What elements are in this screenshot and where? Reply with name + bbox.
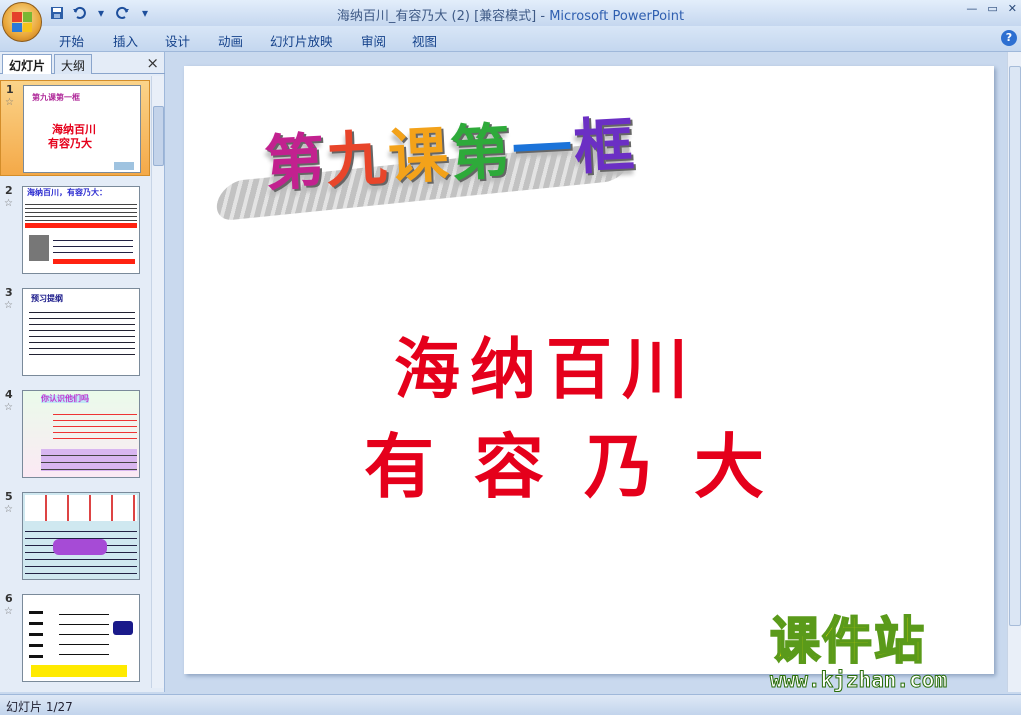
tab-design[interactable]: 设计 [165, 31, 190, 50]
slide-thumbnail[interactable]: 2 ☆ 海纳百川，有容乃大： [0, 182, 150, 278]
slide-title-char: 第 [262, 126, 329, 200]
ribbon-tabs: 开始 插入 设计 动画 幻灯片放映 审阅 视图 ? [0, 26, 1021, 52]
window-title: 海纳百川_有容乃大 (2) [兼容模式] - Microsoft PowerPo… [0, 5, 1021, 24]
thumb-title: 第九课第一框 [32, 93, 80, 102]
thumb-text-lines [25, 201, 137, 221]
tab-review[interactable]: 审阅 [361, 31, 386, 50]
thumb-number: 3 [5, 286, 13, 299]
animation-star-icon: ☆ [4, 504, 13, 515]
tab-slideshow[interactable]: 幻灯片放映 [270, 31, 333, 50]
animation-star-icon: ☆ [5, 97, 14, 108]
thumb-preview: 海纳百川，有容乃大： [22, 186, 140, 274]
slide-indicator: 幻灯片 1/27 [6, 700, 73, 714]
thumb-line2: 有容乃大 [48, 137, 92, 150]
thumb-number: 5 [5, 490, 13, 503]
title-separator: - [536, 9, 550, 24]
thumb-number: 6 [5, 592, 13, 605]
thumb-number: 2 [5, 184, 13, 197]
slides-panel: 幻灯片 大纲 × 1 ☆ 第九课第一框 海纳百川 有容乃大 2 ☆ 海纳百川，有… [0, 52, 165, 692]
thumb-title: 你认识他们吗 [41, 394, 89, 403]
slide-thumbnail[interactable]: 5 ☆ [0, 488, 150, 584]
slide-thumbnail[interactable]: 6 ☆ [0, 590, 150, 686]
slide-thumbnail[interactable]: 3 ☆ 预习提纲 [0, 284, 150, 380]
slide-line-1: 海纳百川 [394, 330, 698, 408]
thumb-portrait [29, 235, 49, 261]
tab-animation[interactable]: 动画 [218, 31, 243, 50]
slide-title-char: 一 [510, 113, 576, 187]
thumb-vertical-text [29, 603, 43, 659]
panel-scroll-thumb[interactable] [153, 106, 164, 166]
office-logo-icon [12, 12, 32, 32]
tab-home[interactable]: 开始 [59, 31, 84, 50]
editor-scroll-thumb[interactable] [1009, 66, 1021, 626]
thumb-title: 海纳百川，有容乃大： [27, 188, 107, 197]
thumb-text-lines [53, 409, 137, 441]
editor-scrollbar[interactable] [1007, 52, 1021, 692]
tab-slides[interactable]: 幻灯片 [2, 54, 53, 74]
window-controls: — ▭ ✕ [966, 2, 1017, 15]
thumb-mascots [25, 495, 137, 521]
thumb-text-lines [41, 449, 137, 471]
slide-editor: 第九课第一框 海纳百川 有容乃大 [170, 52, 1006, 692]
thumb-number: 1 [6, 83, 14, 96]
thumb-line1: 海纳百川 [52, 123, 96, 136]
panel-tabs: 幻灯片 大纲 × [0, 52, 165, 74]
minimize-icon[interactable]: — [966, 2, 977, 15]
app-name: Microsoft PowerPoint [549, 9, 685, 24]
thumb-text-lines [59, 605, 109, 661]
current-slide[interactable]: 第九课第一框 海纳百川 有容乃大 [184, 66, 994, 674]
animation-star-icon: ☆ [4, 300, 13, 311]
slide-thumbnail[interactable]: 1 ☆ 第九课第一框 海纳百川 有容乃大 [0, 80, 150, 176]
thumb-badge [113, 621, 133, 635]
thumb-text-lines [53, 235, 133, 257]
tab-insert[interactable]: 插入 [113, 31, 138, 50]
thumb-title: 预习提纲 [31, 294, 63, 303]
document-title: 海纳百川_有容乃大 (2) [兼容模式] [336, 9, 537, 24]
slide-thumbnail[interactable]: 4 ☆ 你认识他们吗 [0, 386, 150, 482]
thumb-highlight [53, 259, 135, 264]
thumb-highlight [25, 223, 137, 228]
thumb-text-lines [29, 307, 135, 357]
thumb-preview: 第九课第一框 海纳百川 有容乃大 [23, 85, 141, 173]
slide-line-2: 有容乃大 [364, 425, 804, 508]
thumbnail-list: 1 ☆ 第九课第一框 海纳百川 有容乃大 2 ☆ 海纳百川，有容乃大： 3 ☆ … [0, 76, 150, 688]
thumb-preview [22, 492, 140, 580]
thumb-highlight [31, 665, 127, 677]
thumb-preview [22, 594, 140, 682]
tab-view[interactable]: 视图 [412, 31, 437, 50]
title-bar: ▾ ▾ 海纳百川_有容乃大 (2) [兼容模式] - Microsoft Pow… [0, 0, 1021, 26]
status-bar: 幻灯片 1/27 [0, 694, 1021, 715]
office-button[interactable] [2, 2, 42, 42]
thumb-number: 4 [5, 388, 13, 401]
thumb-decor [114, 162, 134, 170]
watermark-url: www.kjzhan.com [770, 668, 948, 693]
animation-star-icon: ☆ [4, 402, 13, 413]
thumb-preview: 预习提纲 [22, 288, 140, 376]
maximize-icon[interactable]: ▭ [987, 2, 997, 15]
tab-outline[interactable]: 大纲 [54, 54, 93, 74]
slide-title-char: 框 [572, 110, 638, 184]
watermark-title: 课件站 [769, 612, 926, 670]
thumb-preview: 你认识他们吗 [22, 390, 140, 478]
slide-title-char: 课 [386, 120, 453, 194]
animation-star-icon: ☆ [4, 198, 13, 209]
close-icon[interactable]: ✕ [1008, 2, 1017, 15]
slide-title-char: 第 [448, 116, 515, 190]
close-panel-icon[interactable]: × [146, 54, 159, 72]
slide-title-char: 九 [324, 123, 391, 197]
watermark: 课件站 www.kjzhan.com [769, 612, 1000, 693]
slide-title: 第九课第一框 [262, 96, 638, 202]
animation-star-icon: ☆ [4, 606, 13, 617]
thumb-badge [53, 539, 107, 555]
panel-scrollbar[interactable] [151, 76, 164, 688]
help-icon[interactable]: ? [1001, 30, 1017, 46]
